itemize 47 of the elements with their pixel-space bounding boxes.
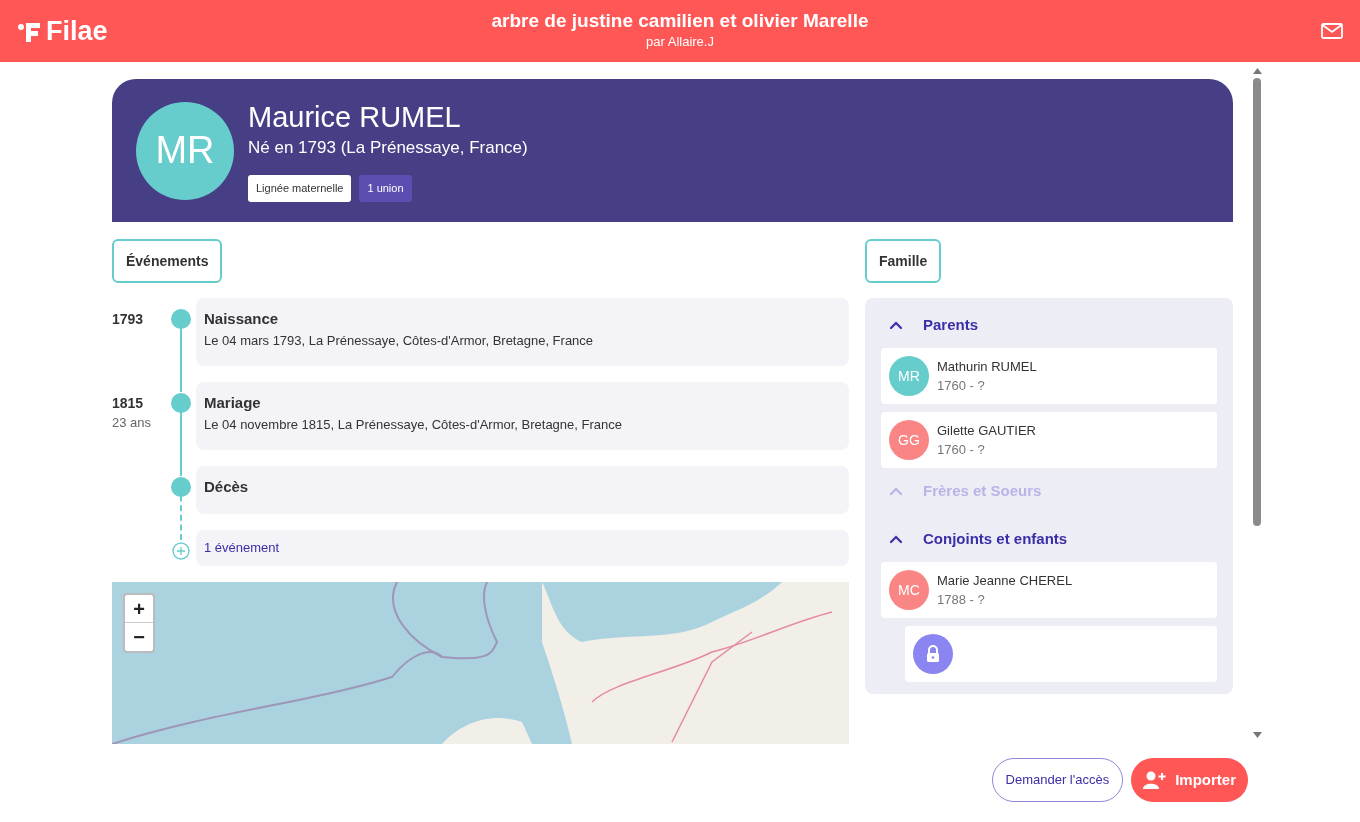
event-year: 1793 [112,310,145,328]
event-card[interactable]: Naissance Le 04 mars 1793, La Prénessaye, Côtes-d'Armor, Bretagne, France [196,298,849,366]
event-title: Naissance [204,309,279,329]
event-detail: Le 04 mars 1793, La Prénessaye, Côtes-d'Armor, Bretagne, France [204,332,594,350]
avatar: GG [889,420,929,460]
request-access-button[interactable]: Demander l'accès [991,758,1124,802]
birth-info: Né en 1793 (La Prénessaye, France) [248,137,528,160]
scroll-down-icon[interactable] [1252,732,1262,738]
chevron-up-icon[interactable] [889,320,903,330]
tag: 1 union [359,175,412,202]
member-name: Gilette GAUTIER [937,422,1036,440]
lock-icon [913,634,953,674]
mail-icon[interactable] [1321,23,1343,39]
family-member-card[interactable]: MR Mathurin RUMEL 1760 - ? [881,348,1217,404]
tag: Lignée maternelle [248,175,352,202]
section-title[interactable]: Conjoints et enfants [923,527,1068,551]
event-detail: Le 04 novembre 1815, La Prénessaye, Côtes-d'Armor, Bretagne, France [204,416,622,434]
person-name: Maurice RUMEL [248,100,462,136]
event-year: 1815 [112,394,145,412]
event-title: Mariage [204,393,261,413]
member-name: Marie Jeanne CHEREL [937,572,1073,590]
event-age: 23 ans [112,414,153,432]
add-user-icon [1143,771,1168,789]
family-tab[interactable]: Famille [865,239,942,283]
more-events-link[interactable]: 1 événement [204,538,280,558]
member-dates: 1788 - ? [937,591,986,609]
scrollbar-thumb[interactable] [1253,78,1261,526]
chevron-up-icon[interactable] [889,534,903,544]
avatar: MR [889,356,929,396]
zoom-in-button[interactable]: + [125,595,153,623]
tree-author: par Allaire.J [646,33,714,51]
member-name: Mathurin RUMEL [937,358,1037,376]
scroll-up-icon[interactable] [1252,68,1262,74]
member-dates: 1760 - ? [937,441,986,459]
member-dates: 1760 - ? [937,377,986,395]
family-member-card[interactable]: MC Marie Jeanne CHEREL 1788 - ? [881,562,1217,618]
avatar: MC [889,570,929,610]
tree-title: arbre de justine camilien et olivier Marelle [491,9,869,33]
family-member-card[interactable]: GG Gilette GAUTIER 1760 - ? [881,412,1217,468]
event-card[interactable]: Mariage Le 04 novembre 1815, La Prénessaye, Côtes-d'Armor, Bretagne, France [196,382,849,450]
avatar: MR [136,101,234,200]
map-drawing[interactable]: + − [112,582,849,744]
event-card[interactable]: Décès [196,466,849,514]
zoom-out-button[interactable]: − [125,623,153,651]
event-title: Décès [204,477,249,497]
section-title[interactable]: Parents [923,313,979,337]
events-tab[interactable]: Événements [112,239,223,283]
